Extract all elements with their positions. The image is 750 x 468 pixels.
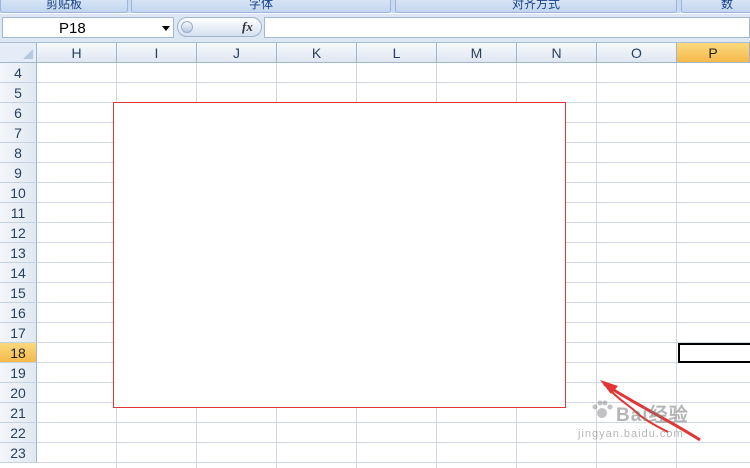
row-header-6[interactable]: 6 (0, 103, 37, 123)
watermark-url: jingyan.baidu.com (578, 428, 684, 440)
row-header-8[interactable]: 8 (0, 143, 37, 163)
column-header-n[interactable]: N (517, 43, 597, 63)
ribbon-group-number[interactable]: 数 (681, 0, 750, 13)
row-header-21[interactable]: 21 (0, 403, 37, 423)
row-header-19[interactable]: 19 (0, 363, 37, 383)
row-header-16[interactable]: 16 (0, 303, 37, 323)
paw-logo-icon (592, 400, 613, 418)
row-header-23[interactable]: 23 (0, 443, 37, 463)
column-header-h[interactable]: H (37, 43, 117, 63)
ribbon-group-font[interactable]: 字体 (131, 0, 391, 13)
column-header-o[interactable]: O (597, 43, 677, 63)
expand-handle-icon[interactable] (181, 21, 193, 33)
column-header-m[interactable]: M (437, 43, 517, 63)
column-header-k[interactable]: K (277, 43, 357, 63)
row-header-20[interactable]: 20 (0, 383, 37, 403)
watermark-text: Bai经验 (616, 405, 689, 426)
row-header-9[interactable]: 9 (0, 163, 37, 183)
row-header-15[interactable]: 15 (0, 283, 37, 303)
row-header-4[interactable]: 4 (0, 63, 37, 83)
row-header-12[interactable]: 12 (0, 223, 37, 243)
row-gridline (37, 462, 750, 463)
name-box[interactable]: P18 (2, 17, 174, 38)
insert-function-icon[interactable]: fx (242, 18, 253, 36)
column-header-p[interactable]: P (677, 43, 750, 63)
row-gridline (37, 442, 750, 443)
row-header-13[interactable]: 13 (0, 243, 37, 263)
row-gridline (37, 82, 750, 83)
row-header-5[interactable]: 5 (0, 83, 37, 103)
row-header-10[interactable]: 10 (0, 183, 37, 203)
row-header-17[interactable]: 17 (0, 323, 37, 343)
select-all-button[interactable] (0, 43, 37, 63)
formula-bar: P18 fx (0, 14, 750, 43)
row-header-18[interactable]: 18 (0, 343, 37, 363)
row-header-7[interactable]: 7 (0, 123, 37, 143)
ribbon-group-bar: 剪贴板 字体 对齐方式 数 (0, 0, 750, 13)
active-cell[interactable] (678, 343, 750, 363)
column-header-j[interactable]: J (197, 43, 277, 63)
ribbon-group-clipboard[interactable]: 剪贴板 (0, 0, 128, 13)
row-header-11[interactable]: 11 (0, 203, 37, 223)
highlight-rectangle (113, 102, 566, 408)
formula-input[interactable] (264, 17, 750, 38)
ribbon-group-alignment[interactable]: 对齐方式 (395, 0, 677, 13)
select-all-icon (23, 49, 33, 59)
column-header-i[interactable]: I (117, 43, 197, 63)
name-box-value: P18 (59, 20, 86, 37)
row-header-14[interactable]: 14 (0, 263, 37, 283)
row-header-22[interactable]: 22 (0, 423, 37, 443)
chevron-down-icon[interactable] (162, 26, 170, 31)
column-header-l[interactable]: L (357, 43, 437, 63)
formula-controls: fx (177, 17, 262, 37)
